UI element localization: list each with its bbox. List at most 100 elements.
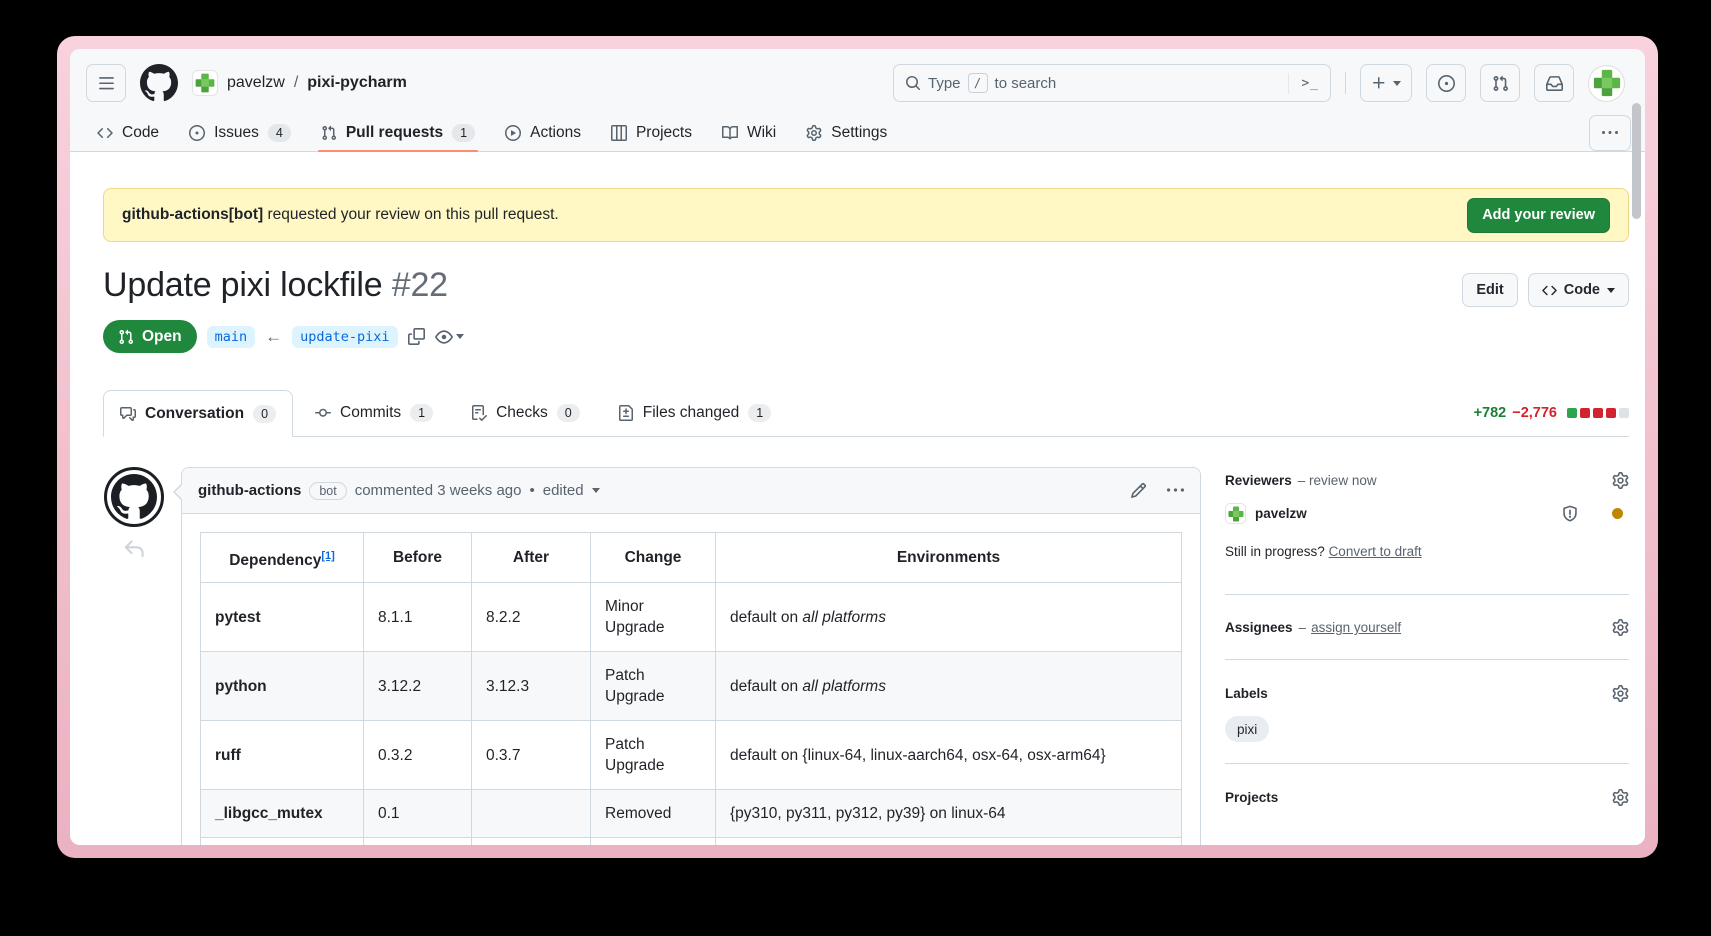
shield-icon <box>1561 505 1579 523</box>
git-pull-request-icon <box>1492 75 1509 92</box>
gear-icon <box>1612 685 1629 702</box>
nav-tab-code[interactable]: Code <box>84 115 172 151</box>
cell-after: 8.2.2 <box>472 583 591 652</box>
repo-owner-avatar[interactable] <box>192 70 218 96</box>
nav-tab-pull-requests[interactable]: Pull requests 1 <box>308 115 488 151</box>
tab-checks[interactable]: Checks 0 <box>455 390 596 436</box>
nav-tab-issues[interactable]: Issues 4 <box>176 115 304 151</box>
head-branch-label[interactable]: update-pixi <box>292 326 397 348</box>
cell-dependency: _libgcc_mutex <box>201 790 364 838</box>
gear-icon <box>1612 619 1629 636</box>
reviewers-gear-button[interactable] <box>1612 472 1629 489</box>
app-window: pavelzw / pixi-pycharm Type / to search … <box>57 36 1658 858</box>
play-icon <box>505 125 521 141</box>
labels-title: Labels <box>1225 686 1268 701</box>
nav-tab-settings[interactable]: Settings <box>793 115 900 151</box>
tab-conversation[interactable]: Conversation 0 <box>103 390 293 437</box>
cell-change: Patch Upgrade <box>591 652 716 721</box>
nav-tab-label: Projects <box>636 124 692 142</box>
diff-additions: +782 <box>1474 405 1507 421</box>
conversation-counter: 0 <box>253 405 276 423</box>
assignees-gear-button[interactable] <box>1612 619 1629 636</box>
search-placeholder-post: to search <box>995 75 1057 92</box>
edit-button[interactable]: Edit <box>1462 273 1517 307</box>
labels-gear-button[interactable] <box>1612 685 1629 702</box>
create-new-button[interactable] <box>1360 64 1412 102</box>
comment-author-avatar[interactable] <box>104 467 164 527</box>
nav-tab-actions[interactable]: Actions <box>492 115 594 151</box>
assign-yourself-link[interactable]: assign yourself <box>1311 620 1401 635</box>
command-palette-icon[interactable]: >_ <box>1288 73 1319 94</box>
edit-comment-button[interactable] <box>1130 482 1147 499</box>
col-after: After <box>472 533 591 583</box>
gear-icon <box>1612 472 1629 489</box>
nav-tab-wiki[interactable]: Wiki <box>709 115 789 151</box>
reviewers-title: Reviewers <box>1225 473 1292 488</box>
sidebar-divider <box>1225 763 1629 764</box>
reviewer-name[interactable]: pavelzw <box>1255 506 1307 521</box>
nav-overflow-button[interactable] <box>1589 115 1631 151</box>
footnote-link[interactable]: [1] <box>321 550 334 562</box>
github-logo[interactable] <box>140 64 178 102</box>
breadcrumb-repo[interactable]: pixi-pycharm <box>307 74 407 92</box>
breadcrumb-separator: / <box>294 74 298 92</box>
search-icon <box>905 75 921 91</box>
pencil-icon <box>1130 482 1147 499</box>
issues-header-button[interactable] <box>1426 64 1466 102</box>
copy-branch-button[interactable] <box>408 328 425 345</box>
comment-card: github-actions bot commented 3 weeks ago… <box>181 467 1201 845</box>
base-branch-label[interactable]: main <box>207 326 256 348</box>
search-input[interactable]: Type / to search >_ <box>893 64 1331 102</box>
repo-nav: Code Issues 4 Pull requests 1 Actions Pr… <box>70 115 1645 152</box>
convert-to-draft-link[interactable]: Convert to draft <box>1329 544 1422 559</box>
commits-counter: 1 <box>410 404 433 422</box>
comment-body: Dependency[1] Before After Change Enviro… <box>182 514 1200 845</box>
file-diff-icon <box>618 405 634 421</box>
cell-after: 3.12.3 <box>472 652 591 721</box>
plus-icon <box>1371 75 1387 91</box>
diff-block-removed <box>1593 408 1603 418</box>
cell-change: Minor Upgrade <box>591 583 716 652</box>
diff-block-neutral <box>1619 408 1629 418</box>
user-avatar[interactable] <box>1588 65 1625 102</box>
hamburger-menu-button[interactable] <box>86 64 126 102</box>
projects-title: Projects <box>1225 790 1278 805</box>
global-header: pavelzw / pixi-pycharm Type / to search … <box>70 49 1645 115</box>
cell-before: 3.12.2 <box>364 652 472 721</box>
cell-before: 0.3.2 <box>364 721 472 790</box>
reply-arrow-icon <box>123 538 145 560</box>
inbox-button[interactable] <box>1534 64 1574 102</box>
pull-requests-header-button[interactable] <box>1480 64 1520 102</box>
cell-change: Removed <box>591 790 716 838</box>
kebab-icon <box>1167 482 1184 499</box>
code-dropdown-button[interactable]: Code <box>1528 273 1629 307</box>
diffstat: +782 −2,776 <box>1474 405 1629 436</box>
branch-arrow: ← <box>265 327 282 347</box>
diff-block-removed <box>1580 408 1590 418</box>
label-pixi[interactable]: pixi <box>1225 716 1269 742</box>
cell-after: 0.3.7 <box>472 721 591 790</box>
book-icon <box>722 125 738 141</box>
projects-gear-button[interactable] <box>1612 789 1629 806</box>
breadcrumb-owner[interactable]: pavelzw <box>227 74 285 92</box>
assignees-dash: – <box>1299 620 1307 635</box>
issues-counter: 4 <box>268 124 291 142</box>
comment-options-button[interactable] <box>1167 482 1184 499</box>
reviewer-avatar[interactable] <box>1225 503 1246 524</box>
comment-author[interactable]: github-actions <box>198 482 301 499</box>
cell-dependency: ruff <box>201 721 364 790</box>
nav-tab-projects[interactable]: Projects <box>598 115 705 151</box>
meta-dot: • <box>529 482 534 499</box>
diff-deletions: −2,776 <box>1512 405 1557 421</box>
add-your-review-button[interactable]: Add your review <box>1467 198 1610 233</box>
edited-label[interactable]: edited <box>543 482 584 499</box>
tab-files-changed[interactable]: Files changed 1 <box>602 390 787 436</box>
watch-dropdown-button[interactable] <box>435 328 464 346</box>
cell-after <box>472 790 591 838</box>
nav-tab-label: Actions <box>530 124 581 142</box>
tab-commits[interactable]: Commits 1 <box>299 390 449 436</box>
scrollbar-thumb[interactable] <box>1632 103 1641 219</box>
files-changed-counter: 1 <box>748 404 771 422</box>
col-before: Before <box>364 533 472 583</box>
col-environments: Environments <box>716 533 1182 583</box>
